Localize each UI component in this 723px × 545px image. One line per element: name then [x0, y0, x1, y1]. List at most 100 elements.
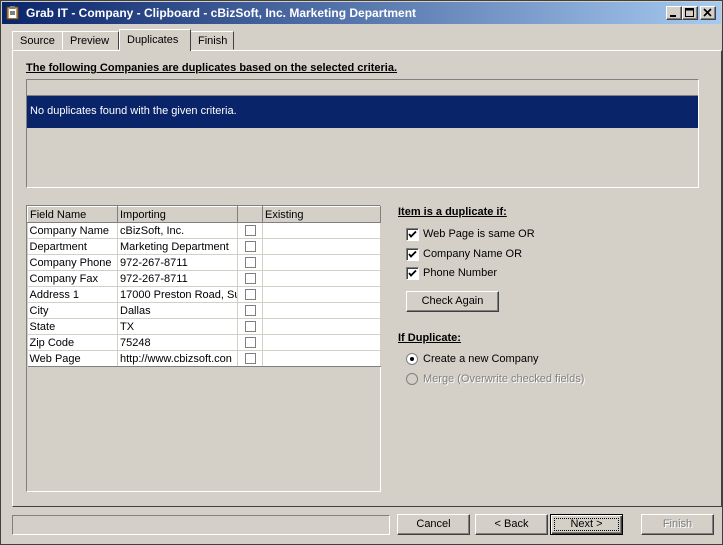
minimize-button[interactable]: [666, 6, 682, 20]
existing-cell: [262, 238, 381, 255]
tab-source[interactable]: Source: [12, 31, 63, 50]
table-row[interactable]: Company Phone 972-267-8711: [27, 254, 381, 271]
radio-circle[interactable]: [406, 373, 418, 385]
checkbox-box[interactable]: [244, 225, 256, 237]
field-name-cell: Department: [27, 238, 118, 255]
checkbox-label: Web Page is same OR: [423, 228, 535, 240]
duplicates-heading: The following Companies are duplicates b…: [26, 62, 398, 74]
table-row[interactable]: Company Name cBizSoft, Inc.: [27, 222, 381, 239]
overwrite-checkbox[interactable]: [237, 350, 263, 367]
button-label: < Back: [494, 518, 529, 530]
table-row[interactable]: Company Fax 972-267-8711: [27, 270, 381, 287]
overwrite-checkbox[interactable]: [237, 334, 263, 351]
back-button[interactable]: < Back: [475, 514, 548, 535]
field-name-cell: State: [27, 318, 118, 335]
table-row[interactable]: Department Marketing Department: [27, 238, 381, 255]
checkmark-icon: [408, 230, 417, 238]
importing-cell: Marketing Department: [117, 238, 238, 255]
importing-cell: 75248: [117, 334, 238, 351]
checkbox-box[interactable]: [406, 267, 419, 280]
checkmark-icon: [408, 250, 417, 258]
importing-cell: cBizSoft, Inc.: [117, 222, 238, 239]
maximize-icon: [685, 8, 694, 17]
finish-button[interactable]: Finish: [641, 514, 714, 535]
maximize-button[interactable]: [682, 6, 698, 20]
duplicates-list[interactable]: No duplicates found with the given crite…: [26, 79, 699, 188]
importing-cell: 972-267-8711: [117, 254, 238, 271]
importing-cell: http://www.cbizsoft.con: [117, 350, 238, 367]
overwrite-checkbox[interactable]: [237, 286, 263, 303]
checkbox-label: Phone Number: [423, 267, 497, 279]
close-icon: [703, 8, 712, 17]
tab-label: Duplicates: [127, 34, 179, 46]
column-header-check[interactable]: [237, 206, 263, 223]
field-name-cell: Address 1: [27, 286, 118, 303]
app-clipboard-icon: [6, 6, 19, 20]
existing-cell: [262, 350, 381, 367]
checkbox-box[interactable]: [406, 228, 419, 241]
close-button[interactable]: [700, 6, 716, 20]
existing-cell: [262, 254, 381, 271]
button-label: Cancel: [416, 518, 451, 530]
check-again-button[interactable]: Check Again: [406, 291, 499, 312]
radio-label: Create a new Company: [423, 353, 539, 365]
column-header-importing[interactable]: Importing: [117, 206, 238, 223]
checkbox-box[interactable]: [244, 273, 256, 285]
radio-label: Merge (Overwrite checked fields): [423, 373, 585, 385]
overwrite-checkbox[interactable]: [237, 222, 263, 239]
importing-cell: 17000 Preston Road, Su: [117, 286, 238, 303]
importing-cell: TX: [117, 318, 238, 335]
overwrite-checkbox[interactable]: [237, 318, 263, 335]
checkbox-box[interactable]: [406, 248, 419, 261]
checkbox-box[interactable]: [244, 289, 256, 301]
existing-cell: [262, 334, 381, 351]
field-name-cell: Company Name: [27, 222, 118, 239]
table-row[interactable]: State TX: [27, 318, 381, 335]
overwrite-checkbox[interactable]: [237, 270, 263, 287]
minimize-icon: [670, 15, 676, 17]
tab-label: Preview: [70, 35, 110, 47]
tab-finish[interactable]: Finish: [190, 31, 234, 50]
cancel-button[interactable]: Cancel: [397, 514, 470, 535]
table-row[interactable]: City Dallas: [27, 302, 381, 319]
field-grid[interactable]: Field Name Importing Existing Company Na…: [26, 205, 381, 492]
tab-duplicates[interactable]: Duplicates: [119, 29, 191, 51]
wizard-window: Grab IT - Company - Clipboard - cBizSoft…: [0, 0, 723, 545]
focus-rect: [554, 518, 619, 531]
if-duplicate-heading: If Duplicate:: [398, 332, 461, 344]
column-header-existing[interactable]: Existing: [262, 206, 381, 223]
checkbox-box[interactable]: [244, 353, 256, 365]
overwrite-checkbox[interactable]: [237, 238, 263, 255]
no-duplicates-message: No duplicates found with the given crite…: [30, 105, 237, 117]
tab-preview[interactable]: Preview: [62, 31, 119, 50]
checkbox-box[interactable]: [244, 321, 256, 333]
checkbox-box[interactable]: [244, 257, 256, 269]
duplicates-list-header: [27, 80, 698, 96]
radio-circle[interactable]: [406, 353, 418, 365]
importing-cell: 972-267-8711: [117, 270, 238, 287]
existing-cell: [262, 270, 381, 287]
checkbox-box[interactable]: [244, 305, 256, 317]
tab-label: Finish: [198, 35, 228, 47]
next-button[interactable]: Next >: [550, 514, 623, 535]
overwrite-checkbox[interactable]: [237, 254, 263, 271]
checkmark-icon: [408, 269, 417, 277]
button-label: Check Again: [421, 295, 484, 307]
table-row[interactable]: Address 1 17000 Preston Road, Su: [27, 286, 381, 303]
existing-cell: [262, 222, 381, 239]
existing-cell: [262, 302, 381, 319]
table-row[interactable]: Zip Code 75248: [27, 334, 381, 351]
window-title: Grab IT - Company - Clipboard - cBizSoft…: [26, 6, 417, 20]
criteria-heading: Item is a duplicate if:: [398, 206, 507, 218]
checkbox-box[interactable]: [244, 337, 256, 349]
column-header-field-name[interactable]: Field Name: [27, 206, 118, 223]
title-bar[interactable]: Grab IT - Company - Clipboard - cBizSoft…: [2, 2, 721, 24]
field-name-cell: Company Fax: [27, 270, 118, 287]
overwrite-checkbox[interactable]: [237, 302, 263, 319]
existing-cell: [262, 318, 381, 335]
button-label: Finish: [662, 518, 693, 530]
existing-cell: [262, 286, 381, 303]
table-row[interactable]: Web Page http://www.cbizsoft.con: [27, 350, 381, 367]
duplicates-list-row[interactable]: No duplicates found with the given crite…: [27, 96, 698, 128]
checkbox-box[interactable]: [244, 241, 256, 253]
